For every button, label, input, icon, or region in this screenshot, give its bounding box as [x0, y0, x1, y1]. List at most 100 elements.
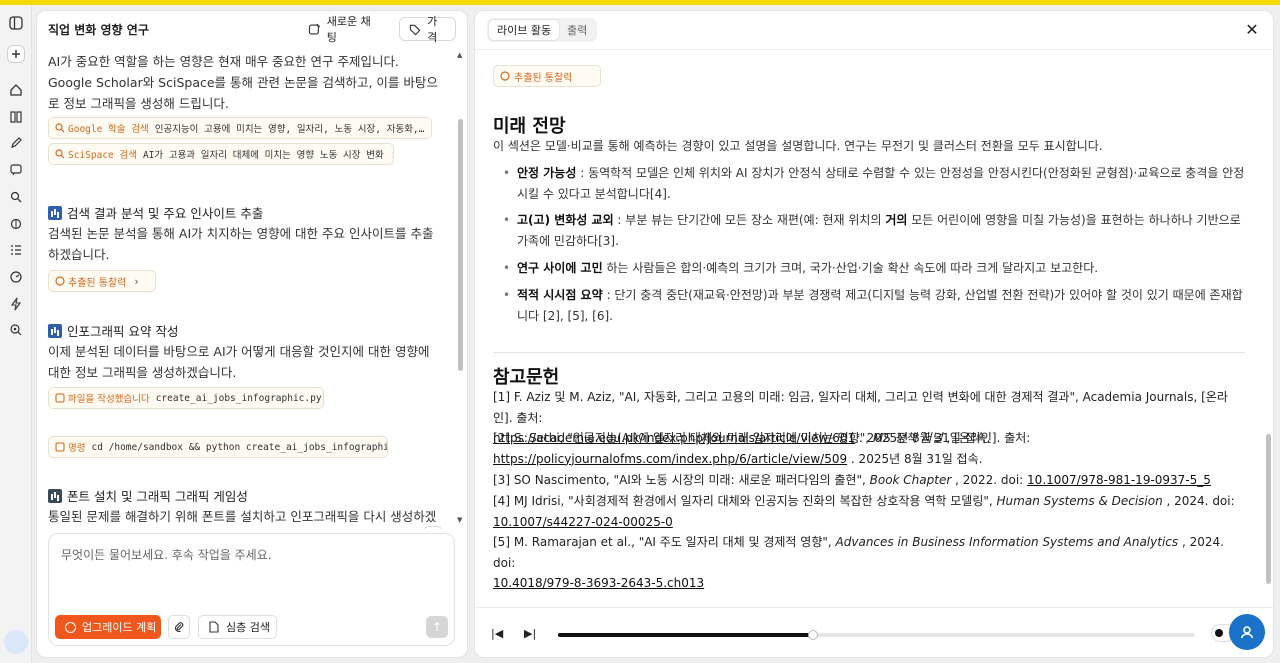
brain-icon: [55, 276, 65, 286]
send-button[interactable]: ↑: [426, 616, 448, 638]
scispace-search-query: AI가 고용과 일자리 대체에 미치는 영향 노동 시장 변화: [142, 150, 384, 161]
scroll-down-arrow-icon[interactable]: ▼: [457, 516, 462, 524]
edit-icon[interactable]: [7, 134, 25, 152]
new-chat-label: 새로운 채팅: [326, 15, 371, 44]
upgrade-icon: [65, 621, 76, 633]
bullet-item: 고(고) 변화성 교외 : 부분 뷰는 단기간에 모든 장소 재편(예: 현재 …: [503, 210, 1245, 252]
composer-input[interactable]: 무엇이든 물어보세요. 후속 작업을 주세요.: [61, 546, 272, 563]
price-label: 가격: [427, 15, 438, 44]
terminal-icon: [55, 442, 65, 452]
step2-text: 이제 분석된 데이터를 바탕으로 AI가 어떻게 대응할 것인지에 대한 영향에…: [48, 344, 430, 380]
future-intro: 이 섹션은 모델·비교를 통해 예측하는 경향이 있고 설명을 설명합니다. 연…: [493, 139, 1103, 153]
command-tag: 명령: [68, 443, 86, 454]
command-text: cd /home/sandbox && python create_ai_job…: [91, 441, 388, 453]
library-icon[interactable]: [7, 108, 25, 126]
tab-live-activity[interactable]: 라이브 활동: [489, 20, 560, 40]
insight-chip[interactable]: 추출된 통찰력 ›: [48, 270, 156, 292]
section-divider: [493, 352, 1245, 353]
assistant-avatar[interactable]: [4, 630, 28, 654]
step3-title: 폰트 설치 및 그래픽 그래픽 게임성: [67, 489, 248, 504]
references-heading: 참고문헌: [493, 367, 560, 388]
zoom-icon[interactable]: [7, 321, 25, 339]
step1-heading: 검색 결과 분석 및 주요 인사이트 추출: [48, 203, 263, 222]
chat-header: 직업 변화 영향 연구 새로운 채팅 가격: [37, 11, 467, 47]
upgrade-label: 업그레이드 계획: [82, 621, 157, 634]
chat-icon[interactable]: [7, 161, 25, 179]
composer[interactable]: 무엇이든 물어보세요. 후속 작업을 주세요. 업그레이드 계획 심층 검색 ↑: [48, 533, 455, 646]
google-search-chip[interactable]: Google 학술 검색 인공지능이 고용에 미치는 영향, 일자리, 노동 시…: [48, 117, 432, 139]
deep-search-label: 심층 검색: [226, 621, 270, 634]
skip-forward-icon[interactable]: ▶|: [524, 627, 536, 640]
chevron-right-icon: ›: [134, 274, 139, 288]
scroll-down-button[interactable]: ⌄: [423, 526, 443, 529]
file-tag: 파일을 작성했습니다: [68, 394, 150, 405]
brain-icon: [500, 71, 510, 81]
skip-back-icon[interactable]: |◀: [491, 627, 503, 640]
chat-messages[interactable]: AI가 중요한 역할을 하는 영향은 현재 매우 중요한 연구 주제입니다. G…: [37, 47, 467, 529]
home-icon[interactable]: [7, 81, 25, 99]
search-icon: [55, 149, 65, 159]
future-heading: 미래 전망: [493, 116, 566, 137]
chevron-right-icon: ›: [392, 148, 393, 161]
playback-progress: [558, 633, 813, 637]
reference-5: [5] M. Ramarajan et al., "AI 주도 일자리 대체 및…: [493, 535, 1224, 590]
document-search-icon: [209, 621, 219, 633]
chat-panel: 직업 변화 영향 연구 새로운 채팅 가격 AI가 중요한 역할을 하는 영향은…: [36, 10, 468, 658]
chart-icon: [48, 205, 62, 220]
tab-output[interactable]: 출력: [559, 20, 595, 40]
insight-chip-doc-label: 추출된 통찰력: [514, 72, 573, 84]
top-accent-bar: [0, 0, 1280, 5]
step1-title: 검색 결과 분석 및 주요 인사이트 추출: [67, 206, 264, 221]
deep-search-button[interactable]: 심층 검색: [198, 615, 277, 639]
tag-icon: [409, 24, 421, 35]
search-icon: [55, 123, 65, 133]
brain-icon[interactable]: [7, 215, 25, 233]
reference-5-link[interactable]: 10.4018/979-8-3693-2643-5.ch013: [493, 576, 704, 590]
new-chat-button[interactable]: 새로운 채팅: [299, 15, 389, 44]
close-icon[interactable]: ✕: [1243, 20, 1261, 39]
output-tabs: 라이브 활동 출력: [487, 18, 598, 42]
intro-text: AI가 중요한 역할을 하는 영향은 현재 매우 중요한 연구 주제입니다. G…: [48, 54, 438, 111]
user-support-icon: [1240, 626, 1254, 639]
gauge-icon[interactable]: [7, 268, 25, 286]
insight-chip-doc[interactable]: 추출된 통찰력: [493, 65, 601, 87]
image-icon: [48, 488, 62, 503]
scispace-search-tag: SciSpace 검색: [68, 150, 137, 161]
reference-2-link[interactable]: https://policyjournalofms.com/index.php/…: [493, 452, 847, 466]
scroll-up-arrow-icon[interactable]: ▲: [457, 51, 462, 59]
chat-scrollbar[interactable]: [458, 119, 463, 371]
step2-heading: 인포그래픽 요약 작성: [48, 321, 178, 340]
step1-text: 검색된 논문 분석을 통해 AI가 치지하는 영향에 대한 주요 인사이트를 추…: [48, 226, 434, 262]
output-panel: 라이브 활동 출력 ✕ 추출된 통찰력 미래 전망 이 섹션은 모델·비교를 통…: [474, 10, 1274, 658]
playback-track[interactable]: [558, 630, 1195, 640]
playback-handle[interactable]: [807, 630, 818, 640]
reference-4-link[interactable]: 10.1007/s44227-024-00025-0: [493, 515, 673, 529]
document-content[interactable]: 추출된 통찰력 미래 전망 이 섹션은 모델·비교를 통해 예측하는 경향이 있…: [475, 50, 1265, 606]
bullet-item: 안정 가능성 : 동역학적 모델은 인체 위치와 AI 장치가 안정식 상태로 …: [503, 163, 1245, 205]
step3-heading: 폰트 설치 및 그래픽 그래픽 게임성: [48, 486, 248, 505]
sidebar-toggle-icon[interactable]: [7, 14, 25, 32]
scispace-search-chip[interactable]: SciSpace 검색 AI가 고용과 일자리 대체에 미치는 영향 노동 시장…: [48, 143, 394, 165]
new-task-icon[interactable]: [7, 45, 25, 63]
bullet-item: 연구 사이에 고민 하는 사람들은 합의·예측의 크기가 크며, 국가·산업·기…: [503, 258, 1245, 279]
new-chat-icon: [308, 23, 321, 35]
upgrade-button[interactable]: 업그레이드 계획: [55, 615, 161, 639]
reference-3: [3] SO Nascimento, "AI와 노동 시장의 미래: 새로운 패…: [493, 473, 1211, 487]
document-scrollbar[interactable]: [1266, 434, 1271, 584]
playback-bar: |◀ ▶|: [475, 607, 1273, 657]
reference-4: [4] MJ Idrisi, "사회경제적 환경에서 일자리 대체와 인공지능 …: [493, 494, 1235, 529]
command-chip[interactable]: 명령 cd /home/sandbox && python create_ai_…: [48, 436, 388, 458]
attach-button[interactable]: [168, 615, 190, 639]
reference-3-link[interactable]: 10.1007/978-981-19-0937-5_5: [1027, 473, 1211, 487]
file-chip[interactable]: 파일을 작성했습니다 create_ai_jobs_infographic.py…: [48, 387, 324, 409]
bolt-icon[interactable]: [7, 295, 25, 313]
step2-title: 인포그래픽 요약 작성: [67, 324, 179, 339]
search-icon[interactable]: [7, 188, 25, 206]
edit-icon: [55, 393, 65, 403]
list-icon[interactable]: [7, 241, 25, 259]
assistant-button[interactable]: [1229, 614, 1265, 650]
google-search-tag: Google 학술 검색: [68, 124, 149, 135]
price-button[interactable]: 가격: [399, 15, 456, 44]
file-name: create_ai_jobs_infographic.py: [155, 392, 322, 404]
reference-2: [2] S. Sethi, "인공지능(AI)이 일자리 대체와 미래 일자리에…: [493, 431, 1031, 466]
